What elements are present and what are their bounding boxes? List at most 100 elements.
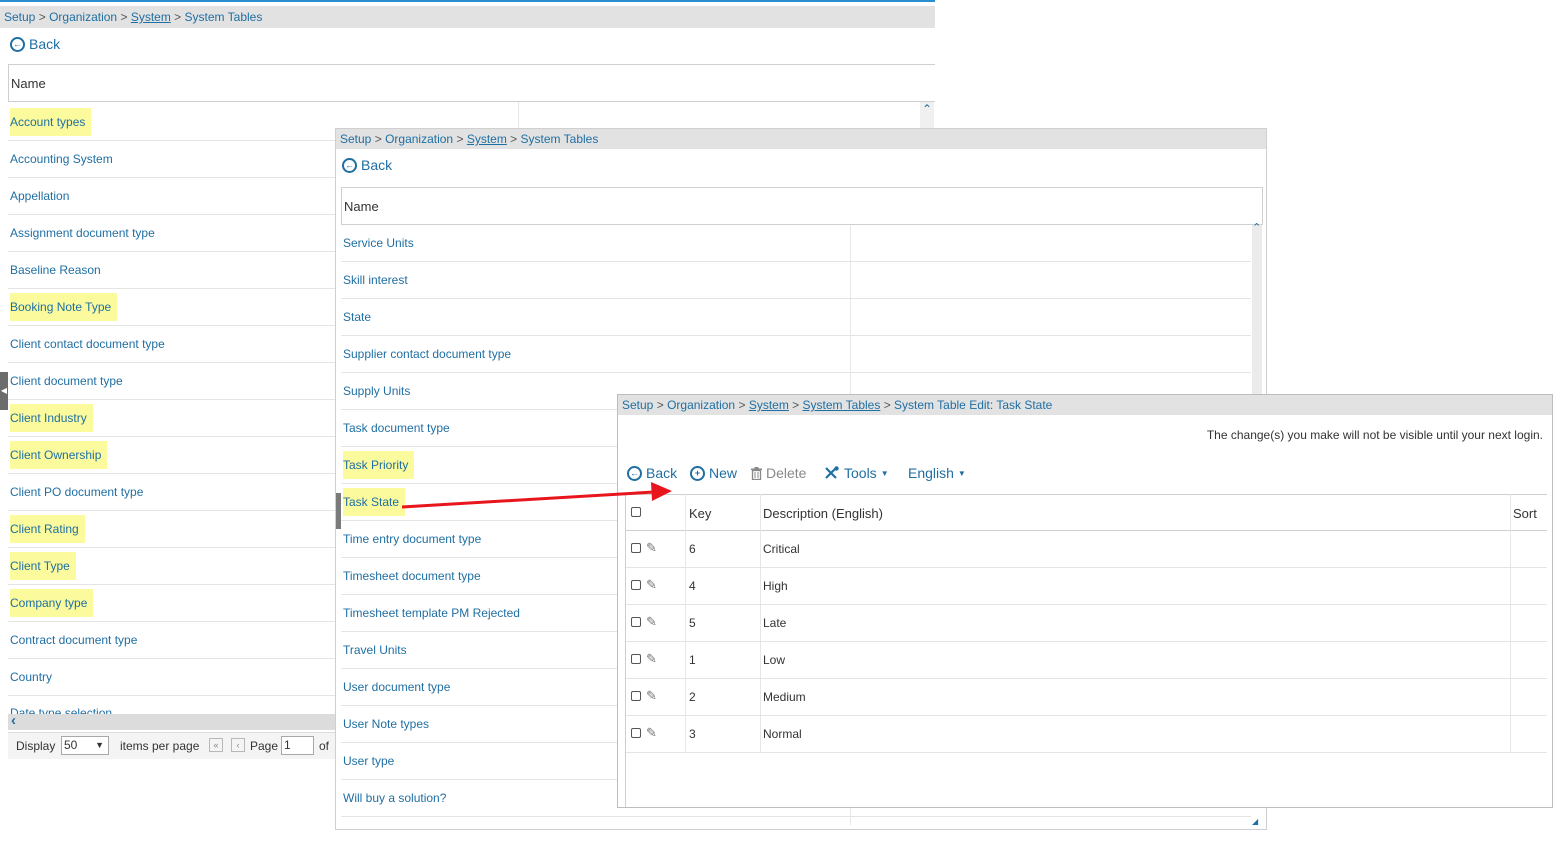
caret-down-icon: ▼ bbox=[957, 468, 966, 478]
table-row[interactable]: ✎ 4 High bbox=[626, 568, 1547, 605]
breadcrumb-setup[interactable]: Setup bbox=[4, 10, 35, 24]
back-button[interactable]: ← Back bbox=[342, 157, 392, 173]
back-button[interactable]: ← Back bbox=[10, 36, 60, 52]
list-item[interactable]: State bbox=[341, 299, 1251, 336]
breadcrumb-setup[interactable]: Setup bbox=[340, 132, 371, 146]
circle-arrow-left-icon: ← bbox=[342, 157, 357, 173]
table-row[interactable]: ✎ 1 Low bbox=[626, 642, 1547, 679]
left-border bbox=[625, 494, 626, 807]
description-cell: Medium bbox=[763, 690, 806, 704]
name-column-header[interactable]: Name bbox=[8, 64, 935, 102]
list-item[interactable]: Client Ownership bbox=[8, 437, 335, 474]
pencil-icon[interactable]: ✎ bbox=[646, 725, 657, 741]
scroll-up-icon[interactable]: ⌃ bbox=[920, 102, 934, 128]
list-item-label: User type bbox=[343, 754, 395, 768]
language-dropdown[interactable]: English ▼ bbox=[908, 465, 966, 481]
breadcrumb-organization[interactable]: Organization bbox=[49, 10, 117, 24]
name-column-header[interactable]: Name bbox=[341, 187, 1263, 225]
list-item[interactable]: Company type bbox=[8, 585, 335, 622]
prev-page-icon[interactable]: ‹ bbox=[231, 738, 245, 752]
list-item[interactable]: Client Type bbox=[8, 548, 335, 585]
list-item-label: Contract document type bbox=[10, 633, 138, 647]
list-item[interactable]: Skill interest bbox=[341, 262, 1251, 299]
table-row[interactable]: ✎ 3 Normal bbox=[626, 716, 1547, 753]
list-item[interactable]: Client document type bbox=[8, 363, 335, 400]
table-row[interactable]: ✎ 5 Late bbox=[626, 605, 1547, 642]
key-column-header[interactable]: Key bbox=[689, 506, 711, 521]
breadcrumb-system[interactable]: System bbox=[749, 398, 789, 412]
list-item[interactable]: Service Units bbox=[341, 225, 1251, 262]
tools-dropdown[interactable]: Tools ▼ bbox=[824, 465, 889, 481]
breadcrumb-setup[interactable]: Setup bbox=[622, 398, 653, 412]
description-column-header[interactable]: Description (English) bbox=[763, 506, 883, 521]
list-item-label: Supplier contact document type bbox=[343, 347, 512, 361]
pencil-icon[interactable]: ✎ bbox=[646, 614, 657, 630]
key-cell: 3 bbox=[689, 727, 696, 741]
list-item-label: Baseline Reason bbox=[10, 263, 101, 277]
list-item-label: Country bbox=[10, 670, 53, 684]
collapse-handle[interactable] bbox=[336, 493, 341, 529]
row-checkbox[interactable] bbox=[631, 654, 641, 664]
collapse-handle[interactable]: ◀ bbox=[0, 372, 8, 410]
list-item-partial[interactable]: Date type selection bbox=[8, 694, 335, 714]
name-header-label: Name bbox=[11, 76, 46, 91]
row-checkbox[interactable] bbox=[631, 580, 641, 590]
row-checkbox[interactable] bbox=[631, 728, 641, 738]
items-per-page-select[interactable]: 50 ▼ bbox=[61, 736, 109, 755]
row-checkbox[interactable] bbox=[631, 691, 641, 701]
breadcrumb-system[interactable]: System bbox=[131, 10, 171, 24]
list-item[interactable]: Baseline Reason bbox=[8, 252, 335, 289]
list-item-label: User document type bbox=[343, 680, 451, 694]
pencil-icon[interactable]: ✎ bbox=[646, 577, 657, 593]
list-item[interactable]: Client PO document type bbox=[8, 474, 335, 511]
scroll-left-icon[interactable]: ‹ bbox=[11, 712, 16, 729]
row-checkbox[interactable] bbox=[631, 543, 641, 553]
breadcrumb: Setup > Organization > System > System T… bbox=[336, 129, 1266, 149]
description-cell: Critical bbox=[763, 542, 800, 556]
pencil-icon[interactable]: ✎ bbox=[646, 688, 657, 704]
table-row[interactable]: ✎ 6 Critical bbox=[626, 531, 1547, 568]
pencil-icon[interactable]: ✎ bbox=[646, 651, 657, 667]
new-button[interactable]: + New bbox=[690, 465, 737, 481]
row-checkbox[interactable] bbox=[631, 617, 641, 627]
page-number-input[interactable]: 1 bbox=[281, 736, 314, 755]
list-item-label: Client PO document type bbox=[10, 485, 144, 499]
description-cell: Low bbox=[763, 653, 786, 667]
list-item[interactable]: Booking Note Type bbox=[8, 289, 335, 326]
tools-label: Tools bbox=[844, 465, 877, 481]
select-all-checkbox[interactable] bbox=[631, 507, 641, 517]
key-cell: 4 bbox=[689, 579, 696, 593]
list-item[interactable]: Client Rating bbox=[8, 511, 335, 548]
breadcrumb-organization[interactable]: Organization bbox=[667, 398, 735, 412]
key-cell: 1 bbox=[689, 653, 696, 667]
resize-corner-icon[interactable]: ◢ bbox=[1252, 817, 1258, 826]
breadcrumb-system-tables[interactable]: System Tables bbox=[803, 398, 881, 412]
pencil-icon[interactable]: ✎ bbox=[646, 540, 657, 556]
display-label: Display bbox=[16, 739, 56, 753]
first-page-icon[interactable]: « bbox=[209, 738, 223, 752]
back-label: Back bbox=[646, 465, 678, 481]
scroll-up-icon[interactable]: ⌃ bbox=[1252, 221, 1261, 234]
list-item[interactable]: Client contact document type bbox=[8, 326, 335, 363]
list-item[interactable]: Client Industry bbox=[8, 400, 335, 437]
list-item[interactable]: Appellation bbox=[8, 178, 335, 215]
breadcrumb-current: System Tables bbox=[184, 10, 263, 24]
back-button[interactable]: ← Back bbox=[627, 465, 677, 481]
table-row[interactable]: ✎ 2 Medium bbox=[626, 679, 1547, 716]
breadcrumb: Setup > Organization > System > System T… bbox=[0, 6, 935, 28]
sort-column-header[interactable]: Sort bbox=[1513, 506, 1537, 521]
back-label: Back bbox=[361, 157, 393, 173]
delete-button[interactable]: Delete bbox=[751, 465, 806, 481]
list-item[interactable]: Account types bbox=[8, 104, 335, 141]
breadcrumb-organization[interactable]: Organization bbox=[385, 132, 453, 146]
vertical-scrollbar[interactable]: ⌃ bbox=[1252, 222, 1262, 395]
list-item-label: Assignment document type bbox=[10, 226, 155, 240]
horizontal-scrollbar[interactable]: ‹ bbox=[8, 712, 335, 730]
list-item[interactable]: Assignment document type bbox=[8, 215, 335, 252]
breadcrumb: Setup > Organization > System > System T… bbox=[618, 395, 1552, 415]
list-item[interactable]: Accounting System bbox=[8, 141, 335, 178]
list-item[interactable]: Contract document type bbox=[8, 622, 335, 659]
breadcrumb-system[interactable]: System bbox=[467, 132, 507, 146]
list-item[interactable]: Country bbox=[8, 659, 335, 696]
list-item[interactable]: Supplier contact document type bbox=[341, 336, 1251, 373]
